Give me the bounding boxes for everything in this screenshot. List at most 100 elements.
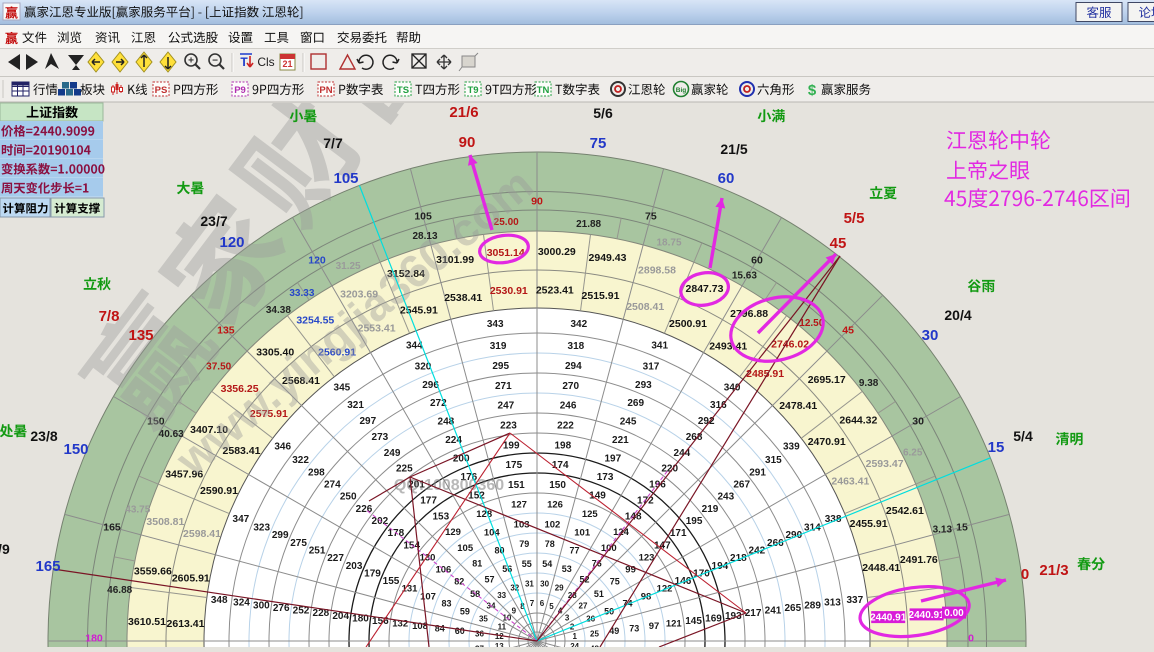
svg-text:130: 130 bbox=[420, 552, 436, 563]
svg-text:179: 179 bbox=[364, 569, 381, 580]
svg-text:2478.41: 2478.41 bbox=[779, 400, 817, 412]
svg-text:273: 273 bbox=[372, 432, 389, 443]
svg-text:60: 60 bbox=[718, 170, 735, 187]
svg-text:180: 180 bbox=[85, 632, 103, 644]
svg-text:77: 77 bbox=[569, 546, 579, 556]
svg-text:2949.43: 2949.43 bbox=[589, 252, 627, 264]
svg-text:75: 75 bbox=[645, 211, 657, 223]
svg-text:153: 153 bbox=[432, 511, 449, 522]
svg-text:274: 274 bbox=[324, 480, 341, 491]
svg-text:33: 33 bbox=[497, 591, 506, 600]
svg-text:2746.02: 2746.02 bbox=[771, 339, 809, 351]
svg-text:78: 78 bbox=[545, 539, 555, 549]
svg-text:246: 246 bbox=[560, 401, 577, 412]
svg-text:59: 59 bbox=[460, 606, 470, 616]
svg-text:54: 54 bbox=[542, 559, 552, 569]
svg-text:83: 83 bbox=[441, 599, 451, 609]
svg-text:PS: PS bbox=[155, 85, 168, 96]
svg-text:21.88: 21.88 bbox=[576, 219, 601, 230]
svg-text:297: 297 bbox=[359, 416, 376, 427]
svg-text:196: 196 bbox=[649, 480, 666, 491]
svg-text:15: 15 bbox=[988, 439, 1005, 456]
svg-text:Big: Big bbox=[676, 87, 687, 94]
svg-text:148: 148 bbox=[625, 511, 642, 522]
svg-text:75: 75 bbox=[610, 577, 620, 587]
svg-text:269: 269 bbox=[627, 398, 644, 409]
svg-text:155: 155 bbox=[383, 576, 400, 587]
svg-text:321: 321 bbox=[347, 400, 364, 411]
svg-text:104: 104 bbox=[484, 527, 501, 538]
svg-text:2530.91: 2530.91 bbox=[490, 285, 528, 297]
svg-text:319: 319 bbox=[490, 341, 507, 352]
svg-text:131: 131 bbox=[402, 584, 419, 595]
svg-text:222: 222 bbox=[557, 421, 574, 432]
svg-text:11: 11 bbox=[498, 622, 507, 631]
svg-text:5: 5 bbox=[549, 602, 554, 611]
svg-text:3610.51: 3610.51 bbox=[128, 616, 166, 628]
svg-text:276: 276 bbox=[273, 603, 290, 614]
svg-text:341: 341 bbox=[651, 341, 668, 352]
svg-text:2598.41: 2598.41 bbox=[183, 528, 221, 540]
svg-text:6.25: 6.25 bbox=[903, 448, 923, 459]
svg-text:250: 250 bbox=[340, 492, 357, 503]
svg-text:347: 347 bbox=[233, 514, 250, 525]
svg-text:25: 25 bbox=[590, 629, 599, 638]
svg-text:3: 3 bbox=[565, 614, 570, 623]
svg-text:29: 29 bbox=[555, 583, 564, 592]
svg-text:124: 124 bbox=[613, 527, 630, 538]
svg-text:5/4: 5/4 bbox=[1013, 428, 1033, 444]
svg-text:2644.32: 2644.32 bbox=[839, 414, 877, 426]
svg-text:199: 199 bbox=[503, 440, 520, 451]
svg-text:13: 13 bbox=[495, 642, 504, 647]
svg-text:348: 348 bbox=[211, 595, 228, 606]
svg-text:317: 317 bbox=[643, 361, 660, 372]
svg-text:121: 121 bbox=[666, 618, 683, 629]
svg-text:21: 21 bbox=[282, 59, 292, 69]
svg-text:241: 241 bbox=[765, 606, 782, 617]
svg-text:12.50: 12.50 bbox=[799, 318, 824, 329]
svg-text:33.33: 33.33 bbox=[289, 288, 314, 299]
svg-text:21/6: 21/6 bbox=[449, 104, 478, 121]
svg-text:105: 105 bbox=[414, 211, 432, 223]
svg-text:313: 313 bbox=[824, 598, 841, 609]
svg-text:2613.41: 2613.41 bbox=[167, 618, 205, 630]
svg-text:T9: T9 bbox=[467, 85, 478, 96]
svg-text:101: 101 bbox=[574, 527, 591, 538]
svg-text:194: 194 bbox=[712, 561, 729, 572]
svg-text:245: 245 bbox=[620, 417, 637, 428]
svg-text:51: 51 bbox=[594, 589, 604, 599]
svg-text:105: 105 bbox=[333, 170, 358, 187]
svg-text:57: 57 bbox=[484, 574, 494, 584]
svg-text:300: 300 bbox=[253, 600, 270, 611]
svg-text:172: 172 bbox=[637, 495, 654, 506]
svg-text:135: 135 bbox=[128, 327, 153, 344]
svg-text:5/6: 5/6 bbox=[593, 105, 613, 121]
svg-text:75: 75 bbox=[590, 135, 607, 152]
svg-text:60: 60 bbox=[455, 626, 465, 636]
svg-text:31: 31 bbox=[525, 579, 534, 588]
svg-text:1: 1 bbox=[572, 632, 577, 641]
svg-text:345: 345 bbox=[334, 382, 351, 393]
svg-text:30: 30 bbox=[922, 327, 939, 344]
svg-text:173: 173 bbox=[597, 472, 614, 483]
svg-text:165: 165 bbox=[35, 558, 60, 575]
svg-text:82: 82 bbox=[454, 577, 464, 587]
svg-text:337: 337 bbox=[846, 595, 863, 606]
svg-text:219: 219 bbox=[702, 504, 719, 515]
svg-text:270: 270 bbox=[562, 381, 579, 392]
svg-text:271: 271 bbox=[495, 381, 512, 392]
svg-text:3.13: 3.13 bbox=[933, 525, 953, 536]
svg-text:2448.41: 2448.41 bbox=[862, 562, 900, 574]
svg-text:100: 100 bbox=[601, 543, 617, 554]
svg-text:3000.29: 3000.29 bbox=[538, 246, 576, 258]
svg-text:135: 135 bbox=[217, 324, 235, 336]
svg-text:55: 55 bbox=[522, 559, 532, 569]
svg-text:223: 223 bbox=[500, 421, 517, 432]
svg-text:339: 339 bbox=[783, 442, 800, 453]
svg-text:342: 342 bbox=[570, 319, 587, 330]
svg-text:249: 249 bbox=[384, 448, 401, 459]
svg-text:293: 293 bbox=[635, 380, 652, 391]
svg-text:177: 177 bbox=[420, 495, 437, 506]
svg-text:298: 298 bbox=[308, 467, 325, 478]
svg-text:105: 105 bbox=[457, 543, 474, 554]
